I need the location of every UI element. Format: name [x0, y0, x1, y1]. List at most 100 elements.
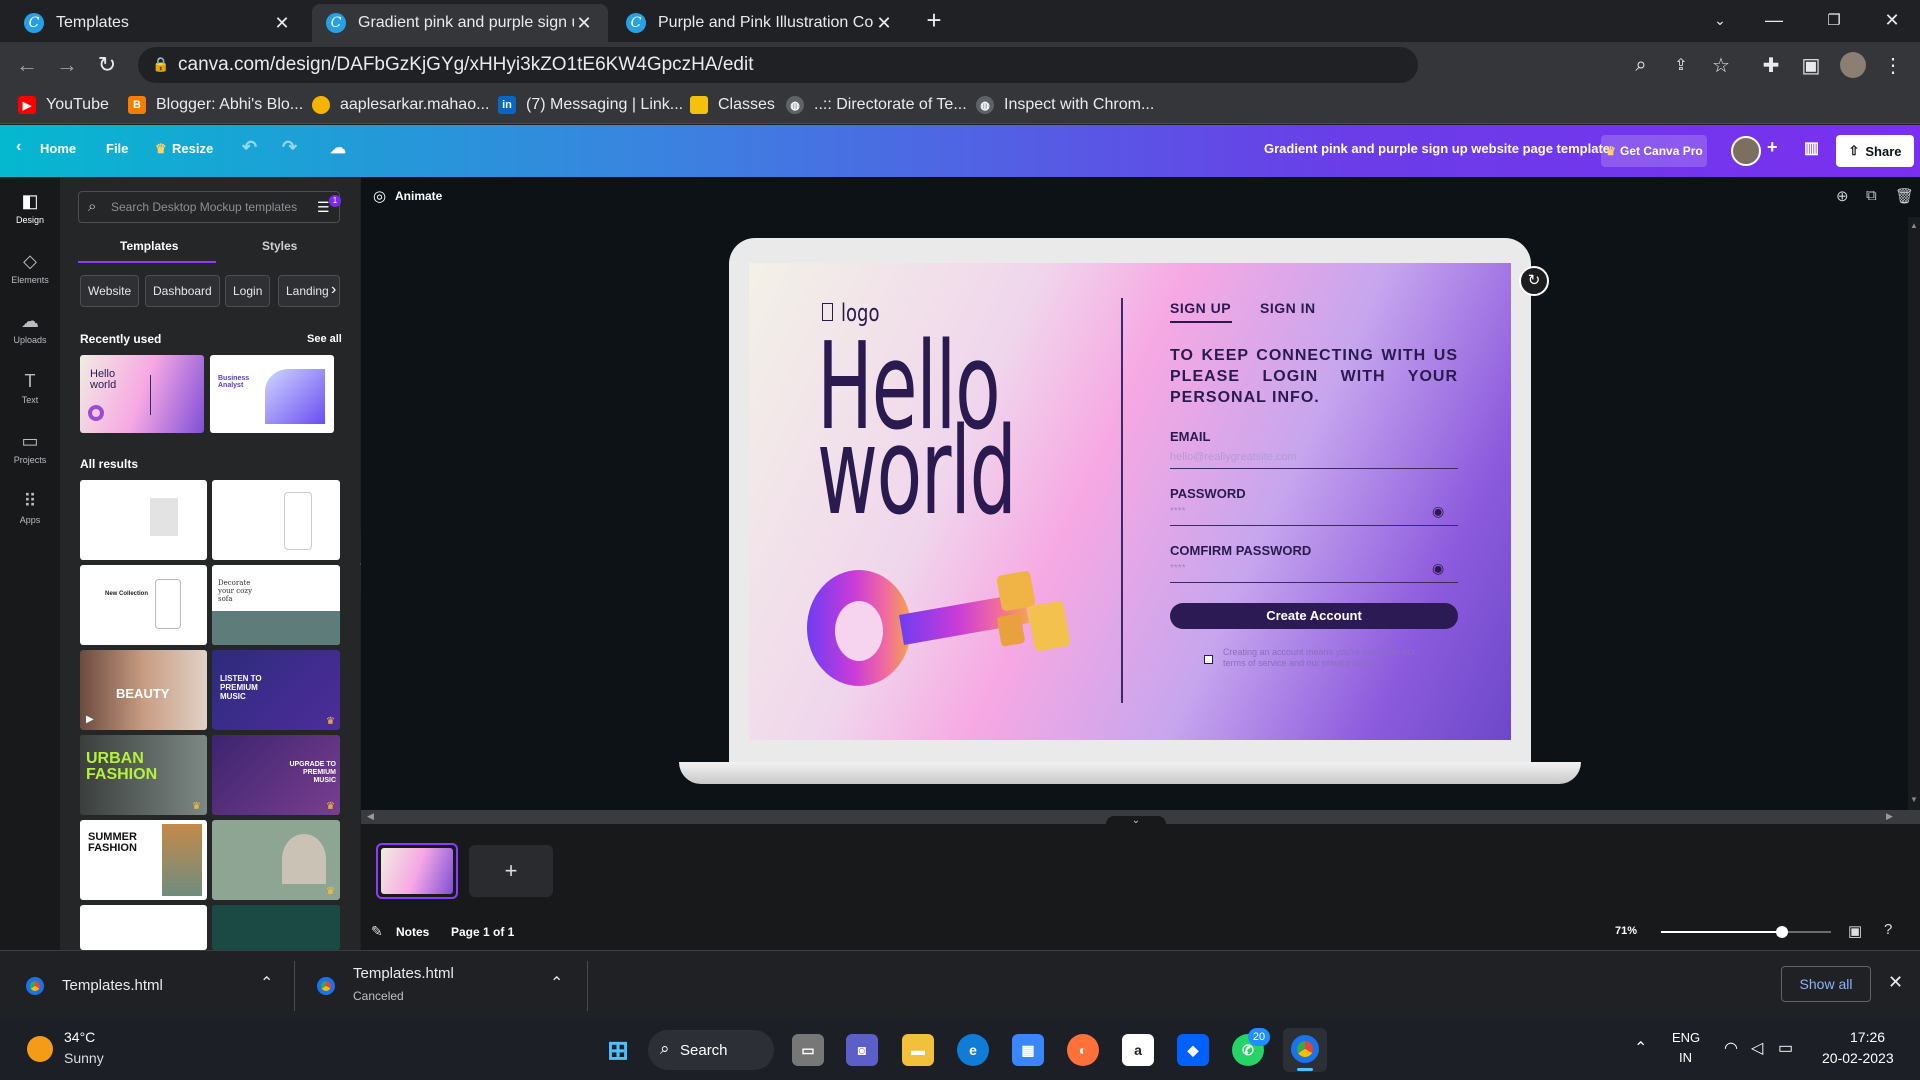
forward-icon[interactable]: →	[52, 50, 82, 80]
confirm-password-field[interactable]: ****	[1170, 563, 1186, 574]
duplicate-page-icon[interactable]: ⧉	[1866, 187, 1877, 204]
taskbar-search[interactable]: ⌕ Search	[648, 1030, 774, 1070]
close-icon[interactable]: ✕	[272, 13, 292, 34]
temperature[interactable]: 34°C	[64, 1029, 95, 1045]
extensions-icon[interactable]: ✚	[1756, 50, 1786, 80]
page-thumbnail-1[interactable]	[376, 843, 458, 899]
rail-design[interactable]: ◧ Design	[0, 191, 60, 225]
clock-date[interactable]: 20-02-2023	[1822, 1050, 1894, 1066]
scroll-right-icon[interactable]: ▶	[1886, 811, 1893, 822]
result-template-music[interactable]: LISTEN TO PREMIUM MUSIC ♛	[212, 650, 340, 730]
zoom-slider-track[interactable]	[1661, 926, 1831, 938]
result-template-urban[interactable]: URBAN FASHION ♛	[80, 735, 207, 815]
new-tab-button[interactable]: +	[906, 0, 962, 40]
bookmark-classes[interactable]: Classes	[690, 96, 775, 114]
page-indicator[interactable]: Page 1 of 1	[451, 925, 514, 939]
result-template-beauty[interactable]: BEAUTY ▶	[80, 650, 207, 730]
weather-text[interactable]: Sunny	[64, 1050, 104, 1066]
collaborator-avatar[interactable]	[1731, 136, 1761, 166]
resize-button[interactable]: Resize	[172, 141, 213, 156]
signup-tab[interactable]: SIGN UP	[1170, 300, 1231, 316]
close-downloads-icon[interactable]: ✕	[1888, 972, 1903, 993]
rail-text[interactable]: T Text	[0, 371, 60, 405]
side-panel-icon[interactable]: ▣	[1796, 50, 1826, 80]
bookmark-star-icon[interactable]: ☆	[1706, 50, 1736, 80]
result-template-2[interactable]	[212, 480, 340, 560]
chevron-right-icon[interactable]: ›	[328, 378, 334, 399]
tab-purple-pink[interactable]: C Purple and Pink Illustration Corp ✕	[612, 4, 908, 42]
address-bar[interactable]: 🔒 canva.com/design/DAFbGzKjGYg/xHHyi3kZO…	[138, 47, 1418, 83]
tab-templates-panel[interactable]: Templates	[120, 239, 178, 253]
bookmark-blogger[interactable]: B Blogger: Abhi's Blo...	[128, 96, 303, 114]
tab-search-icon[interactable]: ⌄	[1692, 0, 1748, 40]
back-chevron-icon[interactable]: ‹	[16, 138, 21, 156]
reload-icon[interactable]: ↻	[92, 50, 122, 80]
design-screen[interactable]: logo Hello world SIGN UP SIGN IN TO KEEP…	[749, 263, 1511, 740]
result-template-upgrade[interactable]: UPGRADE TO PREMIUM MUSIC ♛	[212, 735, 340, 815]
result-template-summer[interactable]: SUMMER FASHION	[80, 820, 207, 900]
volume-icon[interactable]: ◁	[1751, 1038, 1763, 1058]
file-explorer-icon[interactable]: ▬	[902, 1034, 934, 1066]
profile-avatar[interactable]	[1838, 50, 1868, 80]
animate-button[interactable]: Animate	[395, 189, 442, 203]
rail-elements[interactable]: ◇ Elements	[0, 251, 60, 285]
download-item-1[interactable]: Templates.html ⌃	[0, 951, 294, 1021]
close-icon[interactable]: ✕	[874, 13, 894, 34]
restore-icon[interactable]: ❐	[1806, 0, 1862, 40]
scroll-left-icon[interactable]: ◀	[367, 811, 374, 822]
chrome-menu-icon[interactable]: ⋮	[1878, 50, 1908, 80]
bookmark-linkedin[interactable]: in (7) Messaging | Link...	[498, 96, 683, 114]
home-button[interactable]: Home	[40, 141, 76, 156]
eye-icon[interactable]: ◉	[1432, 560, 1444, 577]
rotate-icon[interactable]: ↻	[1519, 266, 1549, 296]
chip-website[interactable]: Website	[80, 275, 140, 307]
chrome-taskbar-active[interactable]	[1283, 1028, 1327, 1072]
chevron-up-icon[interactable]: ⌃	[550, 973, 563, 993]
tab-gradient-signup[interactable]: C Gradient pink and purple sign up ✕	[312, 4, 608, 42]
share-button[interactable]: ⇧ Share	[1836, 135, 1914, 167]
tab-templates[interactable]: C Templates ✕	[10, 4, 306, 42]
result-template-collection[interactable]	[80, 905, 207, 950]
eye-icon[interactable]: ◉	[1432, 503, 1444, 520]
add-page-button[interactable]: +	[469, 845, 553, 897]
cloud-save-icon[interactable]: ☁	[330, 138, 346, 158]
scroll-down-icon[interactable]: ▼	[1910, 795, 1918, 804]
page-count-icon[interactable]: ▣	[1848, 922, 1862, 940]
rail-uploads[interactable]: ☁ Uploads	[0, 311, 60, 345]
add-collaborator-icon[interactable]: +	[1767, 137, 1778, 158]
result-template-teal[interactable]	[212, 905, 340, 950]
terms-checkbox[interactable]	[1204, 655, 1213, 664]
result-template-4[interactable]: Decorate your cozy sofa	[212, 565, 340, 645]
notes-button[interactable]: Notes	[396, 925, 429, 939]
signin-tab[interactable]: SIGN IN	[1260, 300, 1316, 316]
email-field[interactable]: hello@reallygreatsite.com	[1170, 451, 1297, 463]
result-template-1[interactable]	[80, 480, 207, 560]
windows-start-icon[interactable]: ⊞	[602, 1034, 634, 1066]
file-menu[interactable]: File	[106, 141, 128, 156]
battery-icon[interactable]: ▭	[1778, 1038, 1793, 1058]
redo-icon[interactable]: ↷	[282, 137, 297, 158]
create-account-button[interactable]: Create Account	[1170, 603, 1458, 629]
store-icon[interactable]: ▦	[1012, 1034, 1044, 1066]
show-all-button[interactable]: Show all	[1781, 966, 1871, 1002]
result-template-green[interactable]: ♛	[212, 820, 340, 900]
edge-icon[interactable]: e	[957, 1034, 989, 1066]
rail-apps[interactable]: ⠿ Apps	[0, 491, 60, 525]
zoom-icon[interactable]: ⌕	[1626, 50, 1656, 80]
recent-template-business-analyst[interactable]: Business Analyst	[210, 355, 334, 433]
scroll-up-icon[interactable]: ▲	[1910, 221, 1918, 230]
chevron-up-icon[interactable]: ⌃	[260, 973, 273, 993]
see-all-link[interactable]: See all	[307, 333, 342, 345]
get-canva-pro-button[interactable]: ♛ Get Canva Pro	[1601, 135, 1707, 167]
document-title[interactable]: Gradient pink and purple sign up website…	[1264, 141, 1610, 156]
bookmark-inspect[interactable]: ◍ Inspect with Chrom...	[976, 96, 1154, 114]
tab-styles[interactable]: Styles	[262, 239, 297, 253]
recent-template-hello-world[interactable]: Hello world	[80, 355, 204, 433]
delete-page-icon[interactable]: 🗑	[1895, 187, 1914, 205]
add-page-icon[interactable]: ⊕	[1836, 187, 1849, 205]
undo-icon[interactable]: ↶	[242, 137, 257, 158]
back-icon[interactable]: ←	[12, 50, 42, 80]
filter-icon[interactable]: ☰	[317, 199, 330, 216]
close-icon[interactable]: ✕	[574, 13, 594, 34]
chat-icon[interactable]: ◙	[846, 1034, 878, 1066]
